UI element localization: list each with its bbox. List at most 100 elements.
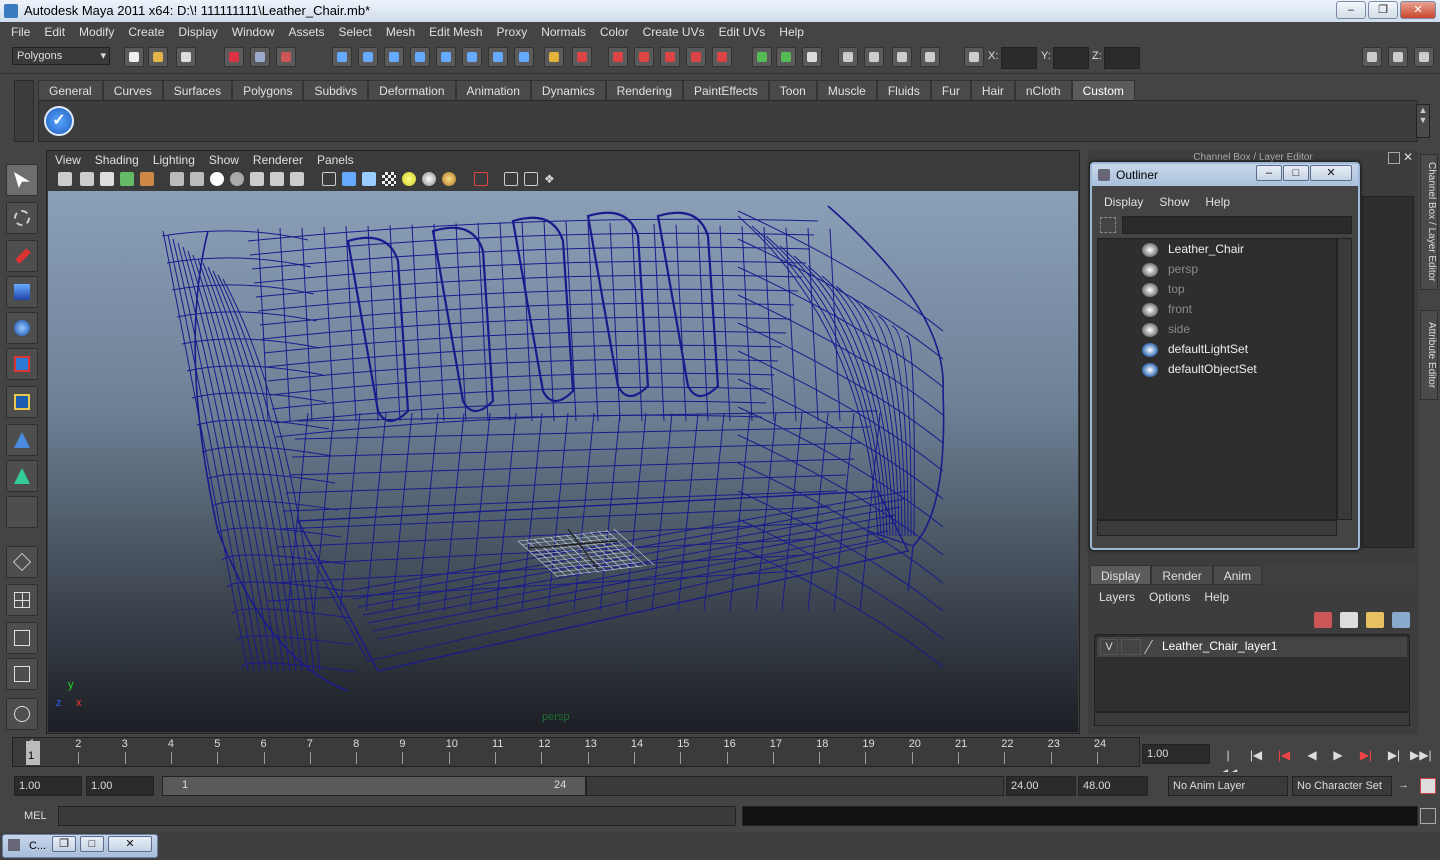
graph-editor-layout-icon[interactable] <box>6 658 38 690</box>
anim-layer-dropdown[interactable]: No Anim Layer▾ <box>1168 776 1305 796</box>
current-time-field[interactable]: 1.00 <box>1142 744 1210 764</box>
toggle-tool-settings-icon[interactable] <box>1414 47 1434 67</box>
shelf-tab-curves[interactable]: Curves <box>102 80 163 100</box>
outliner-menu-display[interactable]: Display <box>1096 192 1151 212</box>
shelf-tab-subdivs[interactable]: Subdivs <box>303 80 369 100</box>
step-forward-frame-icon[interactable]: ▶| <box>1384 746 1404 764</box>
show-manipulator-icon[interactable] <box>6 460 38 492</box>
filter-icon[interactable] <box>1100 217 1116 233</box>
float-panel-icon[interactable] <box>1388 152 1400 164</box>
xray-joints-icon[interactable]: ❖ <box>544 172 558 186</box>
safe-title-icon[interactable] <box>290 172 304 186</box>
create-layer-from-selected-icon[interactable] <box>1392 612 1410 628</box>
soft-modification-icon[interactable] <box>6 424 38 456</box>
menu-edit-uvs[interactable]: Edit UVs <box>712 25 773 39</box>
menu-edit[interactable]: Edit <box>37 25 72 39</box>
menu-proxy[interactable]: Proxy <box>490 25 535 39</box>
save-scene-icon[interactable] <box>176 47 196 67</box>
outliner-item[interactable]: defaultLightSet <box>1142 339 1248 359</box>
input-operations-icon[interactable] <box>752 47 772 67</box>
make-live-icon[interactable] <box>712 47 732 67</box>
select-dynamic-icon[interactable] <box>462 47 482 67</box>
animation-start-field[interactable]: 1.00 <box>14 776 82 796</box>
menu-help[interactable]: Help <box>772 25 811 39</box>
xray-icon[interactable] <box>504 172 518 186</box>
gate-mask-icon[interactable] <box>230 172 244 186</box>
vp-menu-show[interactable]: Show <box>202 151 246 169</box>
lock-selection-icon[interactable] <box>544 47 564 67</box>
shelf-tab-animation[interactable]: Animation <box>455 80 531 100</box>
output-operations-icon[interactable] <box>776 47 796 67</box>
perspective-viewport[interactable]: persp y x z <box>48 191 1078 732</box>
grid-icon[interactable] <box>170 172 184 186</box>
select-handle-icon[interactable] <box>332 47 352 67</box>
high-quality-icon[interactable] <box>442 172 456 186</box>
shelf-tab-deformation[interactable]: Deformation <box>368 80 456 100</box>
menu-assets[interactable]: Assets <box>281 25 331 39</box>
shelf-tab-rendering[interactable]: Rendering <box>605 80 683 100</box>
move-layer-up-icon[interactable] <box>1314 612 1332 628</box>
select-surface-icon[interactable] <box>410 47 430 67</box>
menu-modify[interactable]: Modify <box>72 25 121 39</box>
shelf-tab-fluids[interactable]: Fluids <box>876 80 931 100</box>
outliner-close-icon[interactable]: ✕ <box>1310 165 1352 181</box>
wireframe-icon[interactable] <box>322 172 336 186</box>
select-by-hierarchy-icon[interactable] <box>224 47 244 67</box>
select-by-object-icon[interactable] <box>250 47 270 67</box>
menu-color[interactable]: Color <box>593 25 636 39</box>
tab-channel-box[interactable]: Channel Box / Layer Editor <box>1420 154 1438 290</box>
outliner-minimize-icon[interactable]: – <box>1256 165 1282 181</box>
safe-action-icon[interactable] <box>270 172 284 186</box>
layer-menu-options[interactable]: Options <box>1142 588 1197 606</box>
camera-attributes-icon[interactable] <box>80 172 94 186</box>
command-input[interactable] <box>58 806 736 826</box>
menu-edit-mesh[interactable]: Edit Mesh <box>422 25 489 39</box>
outliner-filter-input[interactable] <box>1122 216 1352 234</box>
outliner-layout-icon[interactable] <box>6 622 38 654</box>
z-field[interactable] <box>1104 47 1140 69</box>
rotate-tool-icon[interactable] <box>6 312 38 344</box>
layer-name[interactable]: Leather_Chair_layer1 <box>1162 639 1277 653</box>
animation-preferences-icon[interactable] <box>1420 778 1436 794</box>
layer-display-type-toggle[interactable] <box>1121 639 1141 655</box>
move-tool-icon[interactable] <box>6 276 38 308</box>
outliner-item[interactable]: top <box>1142 279 1185 299</box>
outliner-item[interactable]: Leather_Chair <box>1142 239 1244 259</box>
character-set-dropdown[interactable]: No Character Set <box>1292 776 1392 796</box>
shelf-tab-surfaces[interactable]: Surfaces <box>162 80 233 100</box>
layer-visibility-toggle[interactable]: V <box>1100 639 1118 655</box>
shelf-tab-fur[interactable]: Fur <box>930 80 971 100</box>
script-editor-icon[interactable] <box>1420 808 1436 824</box>
snap-grid-icon[interactable] <box>608 47 628 67</box>
layer-tab-display[interactable]: Display <box>1090 565 1152 585</box>
toggle-attribute-editor-icon[interactable] <box>1388 47 1408 67</box>
xray-active-icon[interactable] <box>524 172 538 186</box>
menu-window[interactable]: Window <box>225 25 282 39</box>
highlight-selection-icon[interactable] <box>572 47 592 67</box>
go-to-end-icon[interactable]: ▶▶| <box>1410 746 1432 764</box>
ipr-render-icon[interactable] <box>864 47 884 67</box>
select-joint-icon[interactable] <box>358 47 378 67</box>
playback-end-field[interactable]: 24.00 <box>1006 776 1076 796</box>
play-backwards-icon[interactable]: ◀ <box>1302 746 1322 764</box>
shadows-icon[interactable] <box>422 172 436 186</box>
check-icon[interactable]: ✓ <box>44 106 74 136</box>
isolate-select-icon[interactable] <box>474 172 488 186</box>
construction-history-icon[interactable] <box>802 47 822 67</box>
minimized-close-icon[interactable]: ✕ <box>108 836 152 852</box>
restore-icon[interactable]: ❐ <box>1368 1 1398 19</box>
select-by-component-icon[interactable] <box>276 47 296 67</box>
range-track[interactable] <box>586 776 1004 796</box>
select-deformer-icon[interactable] <box>436 47 456 67</box>
minimized-restore-icon[interactable]: ❐ <box>52 836 76 852</box>
layer-menu-layers[interactable]: Layers <box>1092 588 1142 606</box>
toggle-channel-box-icon[interactable] <box>1362 47 1382 67</box>
outliner-item[interactable]: defaultObjectSet <box>1142 359 1257 379</box>
last-tool-icon[interactable] <box>6 496 38 528</box>
snap-view-plane-icon[interactable] <box>686 47 706 67</box>
select-misc-icon[interactable] <box>514 47 534 67</box>
render-settings-icon[interactable] <box>892 47 912 67</box>
menu-normals[interactable]: Normals <box>534 25 593 39</box>
layer-horizontal-scrollbar[interactable] <box>1094 712 1410 726</box>
outliner-menu-help[interactable]: Help <box>1197 192 1238 212</box>
